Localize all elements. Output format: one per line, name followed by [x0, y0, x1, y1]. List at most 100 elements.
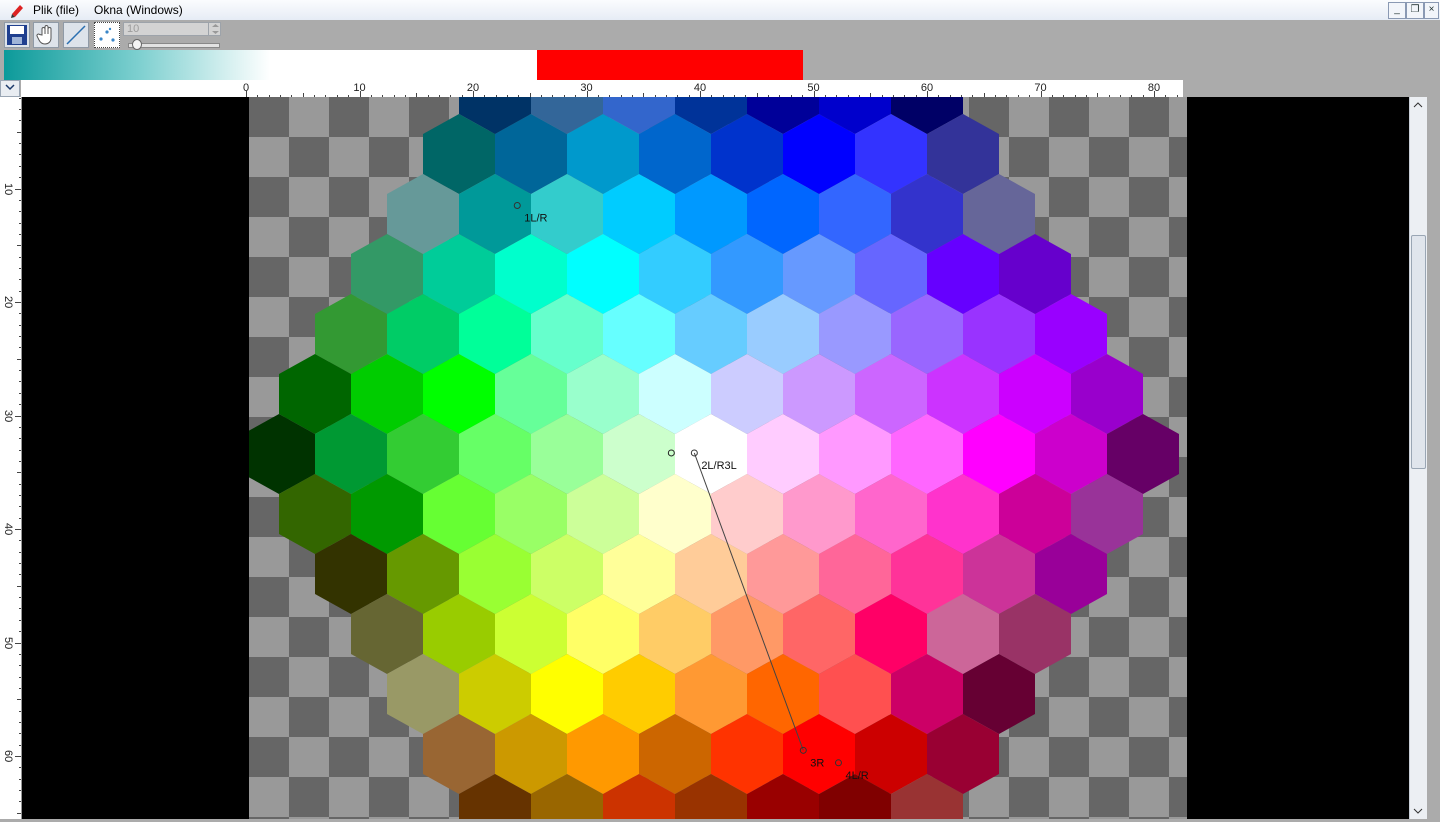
ruler-tick	[19, 109, 21, 111]
chevron-down-icon	[5, 84, 15, 91]
ruler-tick	[19, 551, 21, 553]
hand-pan-icon	[36, 25, 52, 45]
ruler-tick	[19, 801, 21, 803]
ruler-tick	[19, 290, 21, 292]
ruler-tick	[17, 585, 21, 587]
ruler-tick	[19, 710, 21, 712]
ruler-label: 40	[2, 523, 14, 536]
window-frame-edge	[1427, 20, 1440, 822]
canvas-svg[interactable]: 1L/R 2L/R3L 3R 4L/R	[22, 97, 1409, 819]
ruler-tick	[19, 154, 21, 156]
ruler-tick	[19, 313, 21, 315]
menu-file[interactable]: Plik (file)	[33, 3, 79, 17]
spinner-arrows-icon	[212, 24, 219, 34]
restore-button[interactable]: ❐	[1406, 2, 1424, 19]
scrollbar-thumb[interactable]	[1411, 235, 1426, 469]
ruler-tick	[19, 767, 21, 769]
scroll-up-icon[interactable]	[1410, 100, 1426, 110]
save-icon	[7, 25, 27, 45]
ruler-tick	[19, 687, 21, 689]
ruler-tick	[19, 483, 21, 485]
line-tool-icon	[66, 25, 86, 45]
vertical-scrollbar[interactable]	[1409, 97, 1427, 819]
selected-color-preview	[537, 50, 803, 80]
ruler-tick	[19, 778, 21, 780]
ruler-tick	[15, 415, 21, 417]
points-tool-icon	[99, 27, 115, 42]
horizontal-ruler: 0 10 20 30 40 50 60 70 80	[21, 80, 1183, 98]
ruler-tick	[19, 517, 21, 519]
ruler-tick	[19, 199, 21, 201]
ruler-tick	[19, 494, 21, 496]
scroll-down-icon[interactable]	[1410, 806, 1426, 816]
ruler-label: 60	[2, 750, 14, 763]
ruler-tick	[19, 165, 21, 167]
ruler-tick	[17, 131, 21, 133]
menu-windows[interactable]: Okna (Windows)	[94, 3, 183, 17]
points-tool-button[interactable]	[94, 22, 120, 48]
ruler-tick	[19, 392, 21, 394]
ruler-label: 10	[353, 82, 366, 94]
ruler-tick	[19, 597, 21, 599]
ruler-tick	[15, 756, 21, 757]
ruler-tick	[15, 188, 21, 190]
ruler-label: 0	[242, 82, 250, 94]
ruler-tick	[19, 211, 21, 213]
ruler-tick	[19, 665, 21, 667]
save-button[interactable]	[4, 22, 30, 48]
ruler-tick	[19, 426, 21, 428]
ruler-tick	[15, 529, 21, 530]
ruler-label: 20	[2, 296, 14, 309]
ruler-tick	[19, 631, 21, 633]
size-spinner-buttons[interactable]	[208, 22, 222, 36]
ruler-tick	[19, 608, 21, 610]
ruler-tick	[19, 574, 21, 576]
point-label: 2L/R3L	[701, 460, 736, 472]
ruler-label: 40	[693, 82, 707, 94]
ruler-label: 70	[1034, 82, 1047, 94]
ruler-label: 50	[807, 82, 820, 94]
ruler-tick	[19, 676, 21, 678]
ruler-tick	[19, 653, 21, 655]
ruler-tick	[17, 699, 21, 701]
canvas[interactable]: 1L/R 2L/R3L 3R 4L/R	[22, 97, 1409, 819]
ruler-tick	[19, 619, 21, 621]
ruler-tick	[19, 267, 21, 269]
ruler-tick	[19, 279, 21, 281]
ruler-tick	[17, 358, 21, 360]
ruler-tick	[19, 370, 21, 372]
ruler-label: 20	[466, 82, 480, 94]
vertical-ruler: 10 20 30 40 50 60	[0, 97, 22, 819]
point-label: 1L/R	[524, 213, 547, 225]
ruler-tick	[19, 347, 21, 349]
ruler-tick	[19, 97, 21, 99]
ruler-tick	[19, 324, 21, 326]
ruler-label: 50	[2, 636, 14, 649]
ruler-label: 30	[580, 82, 593, 94]
point-label: 3R	[810, 757, 824, 769]
ruler-label: 60	[920, 82, 934, 94]
ruler-tick	[19, 336, 21, 338]
ruler-tick	[19, 721, 21, 723]
size-input[interactable]: 10	[123, 22, 221, 36]
ruler-label: 80	[1147, 82, 1161, 94]
close-button[interactable]: ×	[1424, 2, 1439, 19]
ruler-tick	[19, 404, 21, 406]
ruler-tick	[19, 790, 21, 792]
ruler-tick	[19, 540, 21, 542]
pencil-icon	[11, 5, 23, 18]
ruler-tick	[19, 733, 21, 735]
hand-tool-button[interactable]	[33, 22, 59, 48]
ruler-tick	[19, 233, 21, 235]
ruler-tick	[19, 256, 21, 258]
ruler-tick	[19, 506, 21, 508]
ruler-tick	[19, 381, 21, 383]
ruler-tick	[19, 744, 21, 746]
ruler-tick	[15, 642, 21, 644]
ruler-tick	[19, 438, 21, 440]
ruler-corner-dropdown[interactable]	[0, 80, 20, 97]
ruler-tick	[17, 472, 21, 474]
ruler-tick	[19, 120, 21, 122]
minimize-button[interactable]: _	[1388, 2, 1406, 19]
line-tool-button[interactable]	[63, 22, 89, 48]
